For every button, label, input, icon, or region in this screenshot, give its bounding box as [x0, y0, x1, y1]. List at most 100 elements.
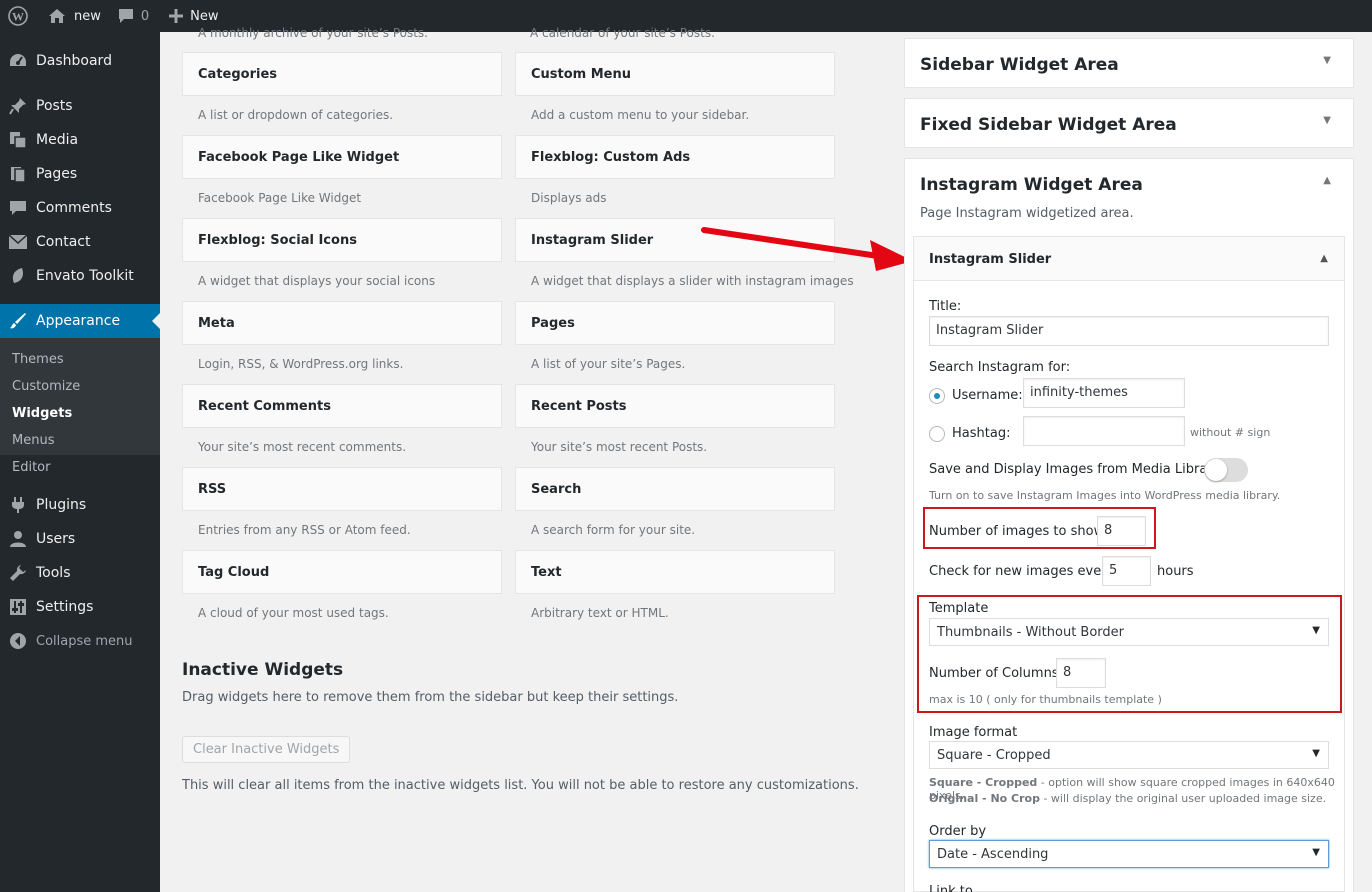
submenu-item-themes[interactable]: Themes [12, 352, 64, 367]
widget-description: Login, RSS, & WordPress.org links. [198, 357, 404, 371]
menu-item-contact[interactable]: Contact [0, 225, 160, 259]
check-images-unit: hours [1157, 564, 1194, 579]
widget-item[interactable]: Meta [182, 301, 502, 345]
pages-icon [0, 165, 36, 183]
save-images-toggle[interactable] [1204, 458, 1248, 482]
menu-item-label: Pages [36, 166, 78, 182]
widget-item[interactable]: RSS [182, 467, 502, 511]
widget-item[interactable]: Categories [182, 52, 502, 96]
submenu-item-editor[interactable]: Editor [12, 460, 50, 475]
hint-original-strong: Original - No Crop [929, 792, 1040, 805]
annotation-highlight-box [923, 507, 1156, 549]
menu-item-label: Comments [36, 200, 112, 216]
menu-item-appearance[interactable]: Appearance [0, 304, 160, 338]
home-icon [49, 9, 65, 23]
widget-item[interactable]: Recent Comments [182, 384, 502, 428]
menu-item-label: Tools [36, 565, 71, 581]
instagram-slider-widget-header[interactable]: Instagram Slider ▲ [914, 237, 1344, 281]
hashtag-hint: without # sign [1190, 426, 1271, 439]
menu-item-settings[interactable]: Settings [0, 590, 160, 624]
hint-square-strong: Square - Cropped [929, 776, 1038, 789]
save-images-label: Save and Display Images from Media Libra… [929, 462, 1224, 477]
instagram-widget-area-description: Page Instagram widgetized area. [920, 206, 1134, 221]
username-input[interactable]: infinity-themes [1023, 378, 1185, 408]
widget-description: A calendar of your site’s Posts. [530, 26, 715, 40]
submenu-item-menus[interactable]: Menus [12, 433, 54, 448]
fixed-sidebar-widget-area-title: Fixed Sidebar Widget Area [920, 115, 1177, 135]
user-icon [0, 530, 36, 548]
widget-description: A widget that displays a slider with ins… [531, 274, 854, 288]
sidebar-widget-area-title: Sidebar Widget Area [920, 55, 1119, 75]
widget-description: Displays ads [531, 191, 607, 205]
wordpress-logo-icon[interactable]: W [0, 0, 40, 32]
username-radio[interactable] [929, 388, 945, 404]
plus-icon [169, 9, 184, 23]
widget-item[interactable]: Custom Menu [515, 52, 835, 96]
media-icon [0, 131, 36, 149]
collapse-arrow-icon[interactable]: ▲ [1320, 253, 1328, 264]
annotation-arrow [701, 227, 913, 271]
menu-item-dashboard[interactable]: Dashboard [0, 44, 160, 78]
image-format-selected-value: Square - Cropped [937, 748, 1051, 763]
submenu-item-widgets[interactable]: Widgets [12, 406, 72, 421]
wrench-icon [0, 564, 36, 582]
sidebar-widget-area-panel[interactable]: Sidebar Widget Area ▼ [904, 38, 1354, 88]
title-input[interactable]: Instagram Slider [929, 316, 1329, 346]
plug-icon [0, 496, 36, 514]
order-by-label: Order by [929, 824, 987, 839]
menu-item-label: Envato Toolkit [36, 268, 134, 284]
menu-item-envato-toolkit[interactable]: Envato Toolkit [0, 259, 160, 293]
order-by-select[interactable]: Date - Ascending ▼ [929, 840, 1329, 868]
menu-item-plugins[interactable]: Plugins [0, 488, 160, 522]
menu-item-media[interactable]: Media [0, 123, 160, 157]
menu-item-label: Posts [36, 98, 73, 114]
menu-item-label: Plugins [36, 497, 87, 513]
image-format-select[interactable]: Square - Cropped ▼ [929, 741, 1329, 769]
envelope-icon [0, 235, 36, 249]
widget-item[interactable]: Facebook Page Like Widget [182, 135, 502, 179]
inactive-widgets-description: Drag widgets here to remove them from th… [182, 690, 679, 705]
dashboard-icon [0, 52, 36, 70]
widget-item[interactable]: Pages [515, 301, 835, 345]
menu-item-label: Contact [36, 234, 91, 250]
menu-item-comments[interactable]: Comments [0, 191, 160, 225]
svg-text:W: W [12, 10, 24, 24]
menu-item-pages[interactable]: Pages [0, 157, 160, 191]
widget-item[interactable]: Flexblog: Social Icons [182, 218, 502, 262]
title-label: Title: [929, 299, 962, 314]
widget-item[interactable]: Recent Posts [515, 384, 835, 428]
site-name-link[interactable]: new [40, 0, 109, 32]
widget-item[interactable]: Search [515, 467, 835, 511]
widget-description: Entries from any RSS or Atom feed. [198, 523, 411, 537]
check-images-label: Check for new images every: [929, 564, 1118, 579]
submenu-item-customize[interactable]: Customize [12, 379, 80, 394]
new-label: New [190, 8, 219, 24]
leaf-icon [0, 267, 36, 285]
comments-link[interactable]: 0 [109, 0, 157, 32]
brush-icon [0, 312, 36, 330]
menu-item-label: Appearance [36, 313, 121, 329]
check-images-input[interactable]: 5 [1102, 556, 1151, 586]
widget-description: A search form for your site. [531, 523, 696, 537]
menu-item-posts[interactable]: Posts [0, 89, 160, 123]
hashtag-radio[interactable] [929, 426, 945, 442]
widget-item[interactable]: Text [515, 550, 835, 594]
toggle-down-icon[interactable]: ▼ [1323, 55, 1331, 66]
hashtag-input[interactable] [1023, 416, 1185, 446]
widget-description: A cloud of your most used tags. [198, 606, 389, 620]
collapse-menu-button[interactable]: Collapse menu [0, 624, 160, 658]
comments-count: 0 [140, 8, 150, 24]
clear-inactive-widgets-button[interactable]: Clear Inactive Widgets [182, 736, 351, 763]
menu-item-label: Media [36, 132, 79, 148]
menu-item-users[interactable]: Users [0, 522, 160, 556]
widget-item[interactable]: Flexblog: Custom Ads [515, 135, 835, 179]
comment-bubble-icon [118, 9, 133, 23]
instagram-widget-area-title: Instagram Widget Area [920, 175, 1143, 195]
toggle-down-icon[interactable]: ▼ [1323, 115, 1331, 126]
widget-description: A list or dropdown of categories. [198, 108, 394, 122]
fixed-sidebar-widget-area-panel[interactable]: Fixed Sidebar Widget Area ▼ [904, 98, 1354, 148]
widget-item[interactable]: Tag Cloud [182, 550, 502, 594]
annotation-highlight-box [917, 595, 1342, 713]
menu-item-tools[interactable]: Tools [0, 556, 160, 590]
toggle-up-icon[interactable]: ▲ [1323, 175, 1331, 186]
